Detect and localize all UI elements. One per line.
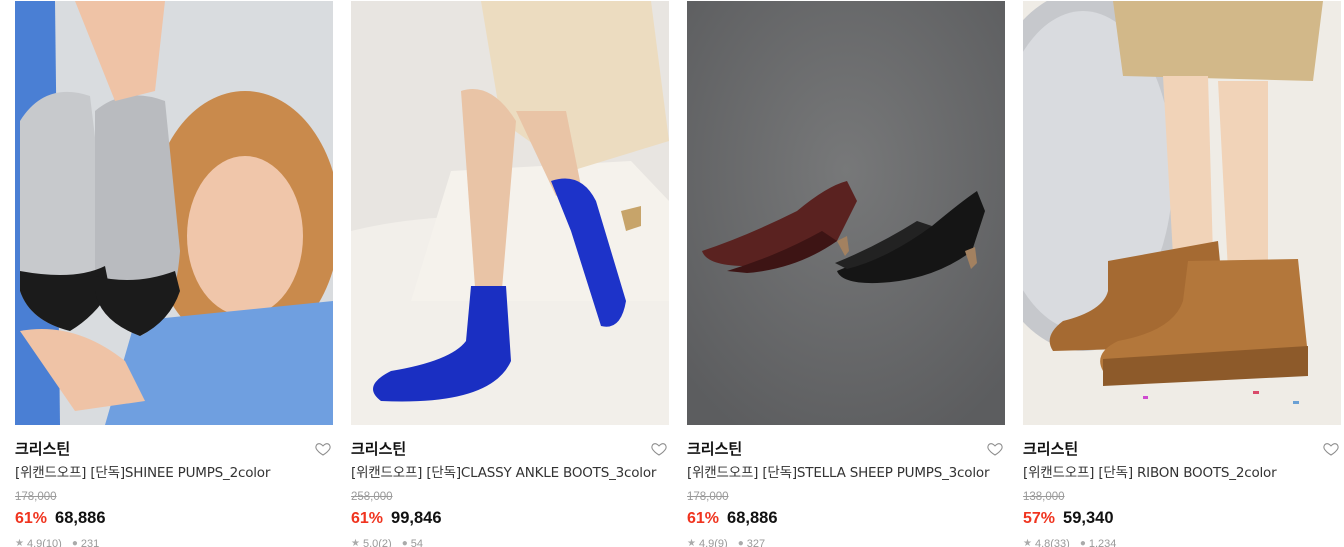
product-image[interactable] bbox=[15, 1, 333, 425]
product-title[interactable]: [위캔드오프] [단독]STELLA SHEEP PUMPS_3color bbox=[687, 464, 1005, 482]
comment-icon: ● bbox=[401, 538, 408, 547]
price-row: 61% 68,886 bbox=[15, 508, 106, 528]
product-title[interactable]: [위캔드오프] [단독]SHINEE PUMPS_2color bbox=[15, 464, 333, 482]
sale-price: 68,886 bbox=[727, 509, 778, 527]
original-price: 178,000 bbox=[15, 491, 57, 503]
heart-outline-icon[interactable] bbox=[315, 441, 331, 457]
sale-price: 59,340 bbox=[1063, 509, 1114, 527]
star-icon: ★ bbox=[351, 538, 360, 547]
brand-row: 크리스틴 bbox=[687, 439, 1005, 461]
product-card[interactable]: 크리스틴 [위캔드오프] [단독]SHINEE PUMPS_2color 178… bbox=[15, 1, 333, 547]
rating: ★ 4.8(33) bbox=[1023, 538, 1070, 547]
rating: ★ 4.9(10) bbox=[15, 538, 62, 547]
product-card[interactable]: 크리스틴 [위캔드오프] [단독] RIBON BOOTS_2color 138… bbox=[1023, 1, 1341, 547]
heart-outline-icon[interactable] bbox=[651, 441, 667, 457]
product-image[interactable] bbox=[351, 1, 669, 425]
comment-icon: ● bbox=[71, 538, 78, 547]
original-price: 178,000 bbox=[687, 491, 729, 503]
heart-outline-icon[interactable] bbox=[987, 441, 1003, 457]
discount-rate: 61% bbox=[15, 510, 48, 527]
product-grid: 크리스틴 [위캔드오프] [단독]SHINEE PUMPS_2color 178… bbox=[15, 1, 1341, 547]
star-icon: ★ bbox=[687, 538, 696, 547]
original-price: 138,000 bbox=[1023, 491, 1065, 503]
star-icon: ★ bbox=[1023, 538, 1032, 547]
price-row: 61% 68,886 bbox=[687, 508, 778, 528]
brand-row: 크리스틴 bbox=[15, 439, 333, 461]
heart-outline-icon[interactable] bbox=[1323, 441, 1339, 457]
review-count: ● 54 bbox=[402, 538, 423, 547]
review-meta: ★ 4.9(9) ● 327 bbox=[687, 538, 765, 547]
product-card[interactable]: 크리스틴 [위캔드오프] [단독]CLASSY ANKLE BOOTS_3col… bbox=[351, 1, 669, 547]
product-title[interactable]: [위캔드오프] [단독]CLASSY ANKLE BOOTS_3color bbox=[351, 464, 669, 482]
comment-icon: ● bbox=[1079, 538, 1086, 547]
star-icon: ★ bbox=[15, 538, 24, 547]
product-image[interactable] bbox=[1023, 1, 1341, 425]
comment-icon: ● bbox=[737, 538, 744, 547]
product-title[interactable]: [위캔드오프] [단독] RIBON BOOTS_2color bbox=[1023, 464, 1341, 482]
brand-name[interactable]: 크리스틴 bbox=[687, 439, 742, 459]
brand-row: 크리스틴 bbox=[1023, 439, 1341, 461]
discount-rate: 57% bbox=[1023, 510, 1056, 527]
discount-rate: 61% bbox=[351, 510, 384, 527]
sale-price: 99,846 bbox=[391, 509, 442, 527]
brand-name[interactable]: 크리스틴 bbox=[1023, 439, 1078, 459]
original-price: 258,000 bbox=[351, 491, 393, 503]
review-meta: ★ 5.0(2) ● 54 bbox=[351, 538, 423, 547]
review-meta: ★ 4.9(10) ● 231 bbox=[15, 538, 99, 547]
review-count: ● 1,234 bbox=[1080, 538, 1117, 547]
discount-rate: 61% bbox=[687, 510, 720, 527]
brand-name[interactable]: 크리스틴 bbox=[351, 439, 406, 459]
price-row: 57% 59,340 bbox=[1023, 508, 1114, 528]
product-image[interactable] bbox=[687, 1, 1005, 425]
review-count: ● 231 bbox=[72, 538, 99, 547]
brand-name[interactable]: 크리스틴 bbox=[15, 439, 70, 459]
sale-price: 68,886 bbox=[55, 509, 106, 527]
rating: ★ 4.9(9) bbox=[687, 538, 728, 547]
review-count: ● 327 bbox=[738, 538, 765, 547]
rating: ★ 5.0(2) bbox=[351, 538, 392, 547]
product-card[interactable]: 크리스틴 [위캔드오프] [단독]STELLA SHEEP PUMPS_3col… bbox=[687, 1, 1005, 547]
review-meta: ★ 4.8(33) ● 1,234 bbox=[1023, 538, 1116, 547]
brand-row: 크리스틴 bbox=[351, 439, 669, 461]
price-row: 61% 99,846 bbox=[351, 508, 442, 528]
